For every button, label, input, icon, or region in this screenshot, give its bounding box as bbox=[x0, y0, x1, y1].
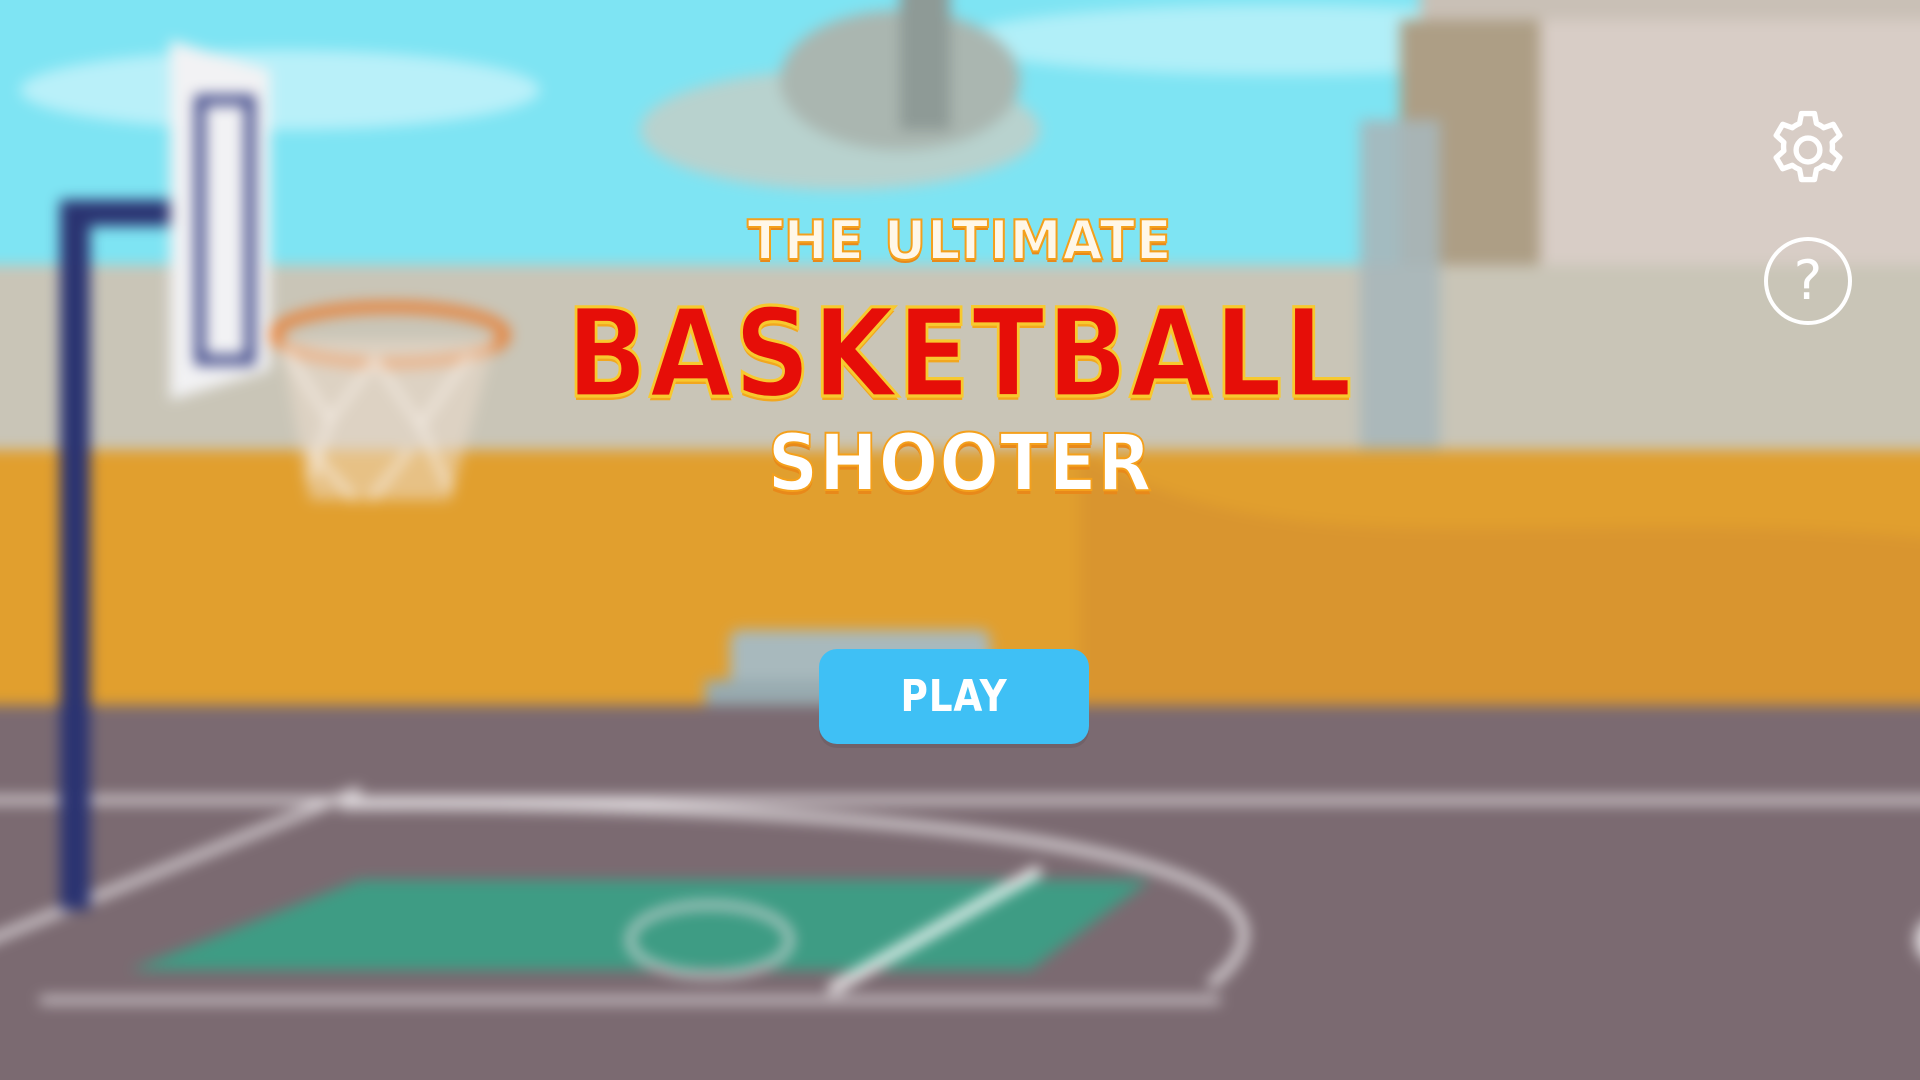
help-glyph: ? bbox=[1793, 249, 1823, 312]
gear-icon bbox=[1773, 110, 1843, 183]
court-scene bbox=[0, 0, 1920, 1080]
blurred-court-background bbox=[0, 0, 1920, 1080]
play-button-label: PLAY bbox=[900, 671, 1008, 722]
play-button[interactable]: PLAY bbox=[819, 649, 1089, 744]
title-screen: THE ULTIMATE BASKETBALL SHOOTER PLAY ? bbox=[0, 0, 1920, 1080]
help-button[interactable]: ? bbox=[1760, 233, 1856, 329]
hoop-pole bbox=[60, 200, 90, 910]
settings-button[interactable] bbox=[1760, 102, 1856, 198]
question-mark-icon: ? bbox=[1764, 237, 1852, 325]
